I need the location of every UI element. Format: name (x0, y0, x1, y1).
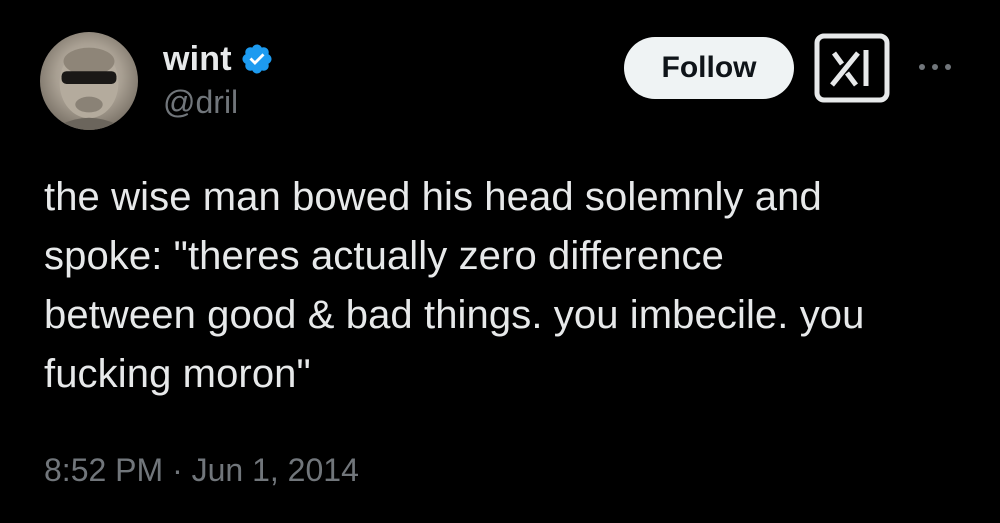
more-options-icon (919, 64, 925, 70)
tweet-date: Jun 1, 2014 (191, 452, 359, 488)
author-info: wint @dril (163, 36, 274, 121)
avatar[interactable] (40, 32, 138, 130)
more-options-icon-dot (945, 64, 951, 70)
tweet-time: 8:52 PM (44, 452, 164, 488)
tweet-text: the wise man bowed his head solemnly and… (44, 175, 865, 396)
author-display-name[interactable]: wint (163, 40, 232, 79)
author-name-row: wint (163, 36, 274, 82)
more-options-icon-dot (932, 64, 938, 70)
author-handle[interactable]: @dril (163, 84, 274, 121)
tweet-timestamp[interactable]: 8:52 PM · Jun 1, 2014 (44, 452, 359, 489)
verified-badge-icon (240, 42, 274, 76)
more-options-button[interactable] (910, 52, 960, 82)
follow-button[interactable]: Follow (624, 37, 794, 99)
grok-button[interactable] (814, 33, 890, 103)
grok-icon (814, 33, 890, 103)
tweet-card: wint @dril Follow the wise man bowed his… (0, 0, 1000, 523)
avatar-image (59, 47, 119, 130)
timestamp-separator: · (172, 452, 183, 488)
